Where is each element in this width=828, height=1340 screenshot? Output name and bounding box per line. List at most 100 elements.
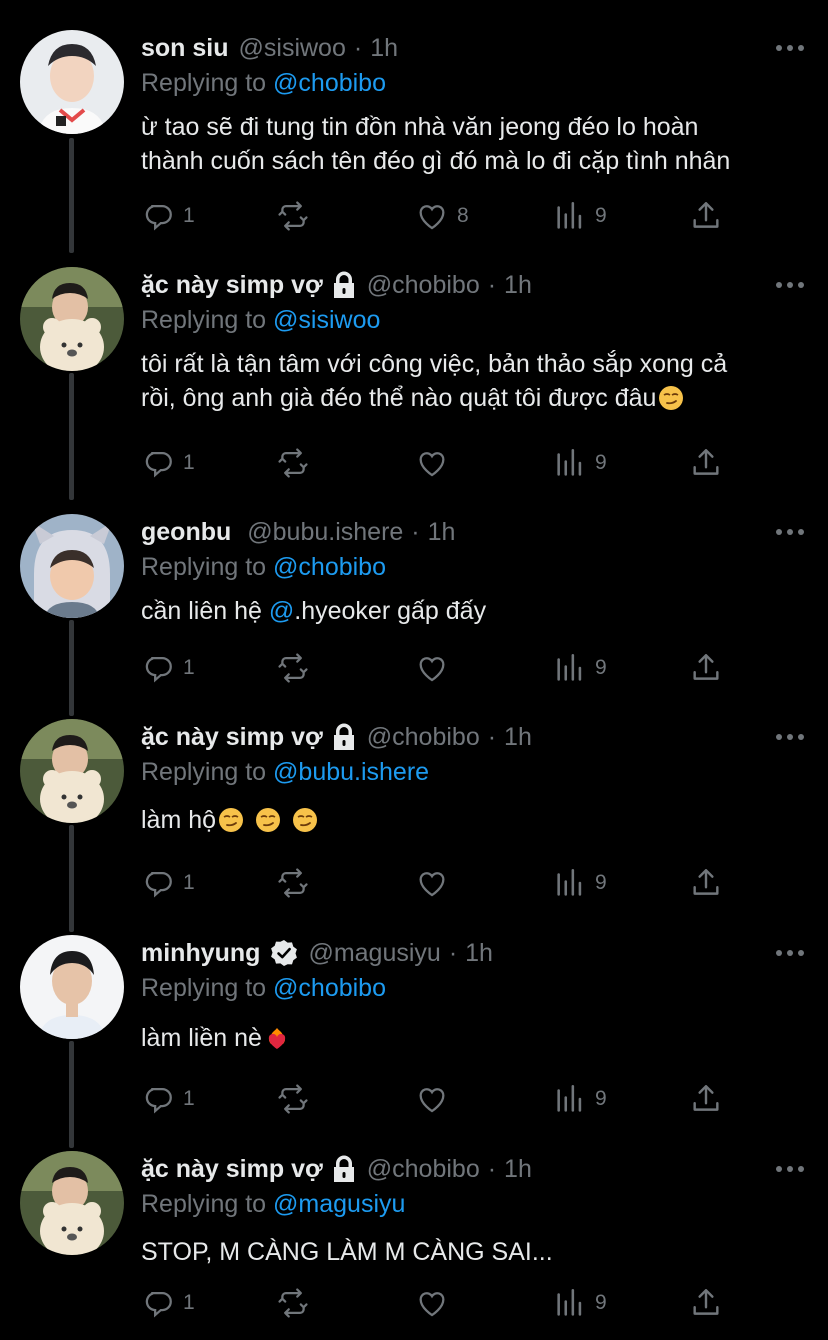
- views-button[interactable]: 9: [553, 198, 607, 234]
- user-handle[interactable]: @chobibo: [367, 1155, 480, 1184]
- share-icon: [689, 651, 723, 685]
- view-count: 9: [595, 871, 607, 894]
- retweet-icon: [276, 1082, 310, 1116]
- views-button[interactable]: 9: [553, 445, 607, 481]
- views-button[interactable]: 9: [553, 1081, 607, 1117]
- user-handle[interactable]: @magusiyu: [308, 939, 440, 968]
- replying-to-mention[interactable]: @chobibo: [273, 553, 386, 581]
- verified-icon: [270, 939, 298, 967]
- replying-to: Replying to @bubu.ishere: [141, 755, 808, 789]
- user-handle[interactable]: @bubu.ishere: [247, 518, 403, 547]
- inline-mention[interactable]: @: [269, 597, 294, 625]
- replying-to: Replying to @sisiwoo: [141, 303, 808, 337]
- tweet[interactable]: ặc này simp vợ @chobibo · 1h Replying to…: [0, 719, 828, 914]
- thread-line: [69, 620, 74, 716]
- timestamp[interactable]: 1h: [504, 1155, 532, 1184]
- retweet-icon: [276, 866, 310, 900]
- like-button[interactable]: [415, 1285, 457, 1321]
- tweet[interactable]: son siu @sisiwoo · 1h Replying to @chobi…: [0, 30, 828, 250]
- avatar[interactable]: [20, 1151, 124, 1255]
- more-options-icon[interactable]: [772, 520, 808, 544]
- replying-to-mention[interactable]: @bubu.ishere: [273, 758, 429, 786]
- replying-to: Replying to @chobibo: [141, 550, 808, 584]
- timestamp[interactable]: 1h: [504, 271, 532, 300]
- thread-line: [69, 1041, 74, 1148]
- share-button[interactable]: [689, 865, 723, 901]
- avatar[interactable]: [20, 935, 124, 1039]
- like-button[interactable]: 8: [415, 198, 469, 234]
- tweet-text: làm liền nè: [141, 1021, 808, 1055]
- share-button[interactable]: [689, 1285, 723, 1321]
- views-button[interactable]: 9: [553, 865, 607, 901]
- tweet[interactable]: ặc này simp vợ @chobibo · 1h Replying to…: [0, 1151, 828, 1340]
- reply-button[interactable]: 1: [141, 1285, 195, 1321]
- replying-to-mention[interactable]: @sisiwoo: [273, 306, 380, 334]
- retweet-button[interactable]: [276, 1285, 310, 1321]
- separator-dot: ·: [487, 722, 497, 751]
- like-button[interactable]: [415, 865, 457, 901]
- display-name[interactable]: son siu: [141, 34, 229, 63]
- retweet-button[interactable]: [276, 865, 310, 901]
- replying-to-mention[interactable]: @chobibo: [273, 69, 386, 97]
- replying-to-mention[interactable]: @magusiyu: [273, 1190, 405, 1218]
- views-icon: [553, 199, 587, 233]
- timestamp[interactable]: 1h: [428, 518, 456, 547]
- retweet-button[interactable]: [276, 198, 310, 234]
- timestamp[interactable]: 1h: [504, 723, 532, 752]
- reply-icon: [141, 1082, 175, 1116]
- views-icon: [553, 446, 587, 480]
- like-button[interactable]: [415, 650, 457, 686]
- tweet-text: làm hộ: [141, 803, 808, 837]
- like-button[interactable]: [415, 1081, 457, 1117]
- like-button[interactable]: [415, 445, 457, 481]
- user-handle[interactable]: @chobibo: [367, 271, 480, 300]
- reply-button[interactable]: 1: [141, 650, 195, 686]
- view-count: 9: [595, 1291, 607, 1314]
- more-options-icon[interactable]: [772, 1157, 808, 1181]
- reply-button[interactable]: 1: [141, 865, 195, 901]
- reply-icon: [141, 1286, 175, 1320]
- avatar[interactable]: [20, 267, 124, 371]
- replying-to-label: Replying to: [141, 1190, 267, 1218]
- replying-to-mention[interactable]: @chobibo: [273, 974, 386, 1002]
- like-count: 8: [457, 204, 469, 227]
- timestamp[interactable]: 1h: [370, 34, 398, 63]
- tweet[interactable]: ặc này simp vợ @chobibo · 1h Replying to…: [0, 267, 828, 497]
- views-button[interactable]: 9: [553, 650, 607, 686]
- reply-button[interactable]: 1: [141, 445, 195, 481]
- tweet[interactable]: minhyung @magusiyu · 1h Replying to @cho…: [0, 935, 828, 1130]
- retweet-button[interactable]: [276, 445, 310, 481]
- timestamp[interactable]: 1h: [465, 939, 493, 968]
- share-button[interactable]: [689, 650, 723, 686]
- display-name[interactable]: ặc này simp vợ: [141, 1155, 323, 1184]
- display-name[interactable]: geonbu: [141, 518, 231, 547]
- more-options-icon[interactable]: [772, 725, 808, 749]
- reply-button[interactable]: 1: [141, 198, 195, 234]
- tweet-actions: 1 9: [141, 865, 721, 901]
- user-handle[interactable]: @sisiwoo: [239, 34, 346, 63]
- display-name[interactable]: ặc này simp vợ: [141, 271, 323, 300]
- replying-to-label: Replying to: [141, 306, 267, 334]
- display-name[interactable]: ặc này simp vợ: [141, 723, 323, 752]
- share-button[interactable]: [689, 445, 723, 481]
- tweet[interactable]: geonbu @bubu.ishere · 1h Replying to @ch…: [0, 514, 828, 699]
- display-name[interactable]: minhyung: [141, 939, 260, 968]
- reply-button[interactable]: 1: [141, 1081, 195, 1117]
- tweet-actions: 1 9: [141, 1081, 721, 1117]
- avatar[interactable]: [20, 719, 124, 823]
- more-options-icon[interactable]: [772, 36, 808, 60]
- retweet-button[interactable]: [276, 1081, 310, 1117]
- share-button[interactable]: [689, 1081, 723, 1117]
- user-handle[interactable]: @chobibo: [367, 723, 480, 752]
- share-icon: [689, 446, 723, 480]
- retweet-button[interactable]: [276, 650, 310, 686]
- more-options-icon[interactable]: [772, 941, 808, 965]
- retweet-icon: [276, 446, 310, 480]
- more-options-icon[interactable]: [772, 273, 808, 297]
- views-button[interactable]: 9: [553, 1285, 607, 1321]
- tweet-actions: 1 9: [141, 650, 721, 686]
- tweet-text-line: rồi, ông anh già đéo thể nào quật tôi đư…: [141, 381, 808, 415]
- share-button[interactable]: [689, 198, 723, 234]
- avatar[interactable]: [20, 30, 124, 134]
- avatar[interactable]: [20, 514, 124, 618]
